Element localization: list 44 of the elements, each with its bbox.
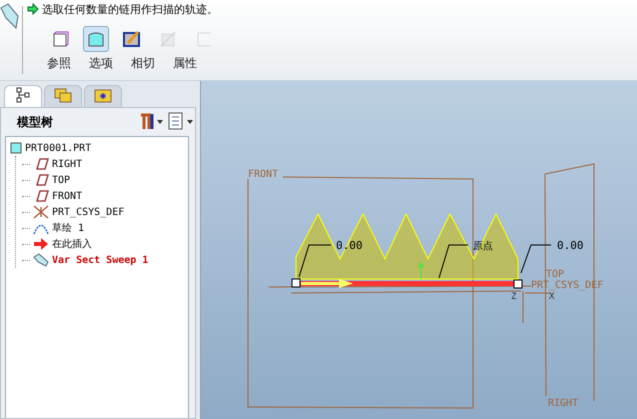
navigator-tab[interactable]: [4, 85, 42, 107]
leader-line: [298, 244, 332, 278]
part-icon: [10, 142, 22, 154]
folder-icon: [94, 87, 112, 103]
leader-line: [438, 244, 468, 278]
tree-item[interactable]: 在此插入: [22, 236, 184, 252]
plane-icon: [33, 189, 49, 203]
plane-icon: [33, 173, 49, 187]
end-handle: [514, 280, 522, 288]
folders-icon: [54, 87, 72, 103]
plane-label: FRONT: [248, 169, 278, 180]
dimension-label: 0.00: [557, 239, 584, 252]
tree-item[interactable]: RIGHT: [22, 156, 184, 172]
model-tree-title: 模型树: [17, 114, 54, 130]
start-handle: [292, 278, 300, 288]
plane-icon: [33, 157, 49, 171]
tree-item[interactable]: PRT_CSYS_DEF: [22, 204, 184, 220]
tree-item[interactable]: Var Sect Sweep 1: [22, 252, 184, 268]
tree-structure-icon: [16, 87, 30, 103]
option-toggle-button[interactable]: [83, 26, 109, 52]
navigator-tab[interactable]: [84, 85, 122, 107]
arrow-icon: [33, 237, 49, 251]
dashboard-tab[interactable]: 选项: [89, 55, 113, 72]
axis-arrow: [418, 262, 424, 280]
dashboard-tab[interactable]: 参照: [47, 55, 71, 72]
dashboard-tab[interactable]: 相切: [131, 55, 155, 72]
settings-dropdown-button[interactable]: [167, 112, 195, 132]
dashboard-tab[interactable]: 属性: [173, 55, 197, 72]
tree-item[interactable]: 草绘 1: [22, 220, 184, 236]
tree-item[interactable]: PRT0001.PRT: [10, 140, 184, 156]
cube-icon: [51, 30, 69, 48]
pencil-icon: [123, 30, 141, 48]
direction-arrow: [301, 279, 353, 288]
tree-item[interactable]: TOP: [22, 172, 184, 188]
coordinate-system-icon: [33, 205, 49, 219]
corner-icon: [195, 30, 213, 48]
arrow-icon: [27, 3, 39, 15]
tree-item[interactable]: FRONT: [22, 188, 184, 204]
plane-label: TOP: [546, 269, 564, 280]
axis-label: X: [549, 292, 554, 302]
prompt-message: 选取任何数量的链用作扫描的轨迹。: [42, 2, 218, 16]
axis-label: Z: [511, 292, 516, 302]
plane-label: RIGHT: [548, 398, 578, 409]
surface-icon: [87, 30, 105, 48]
